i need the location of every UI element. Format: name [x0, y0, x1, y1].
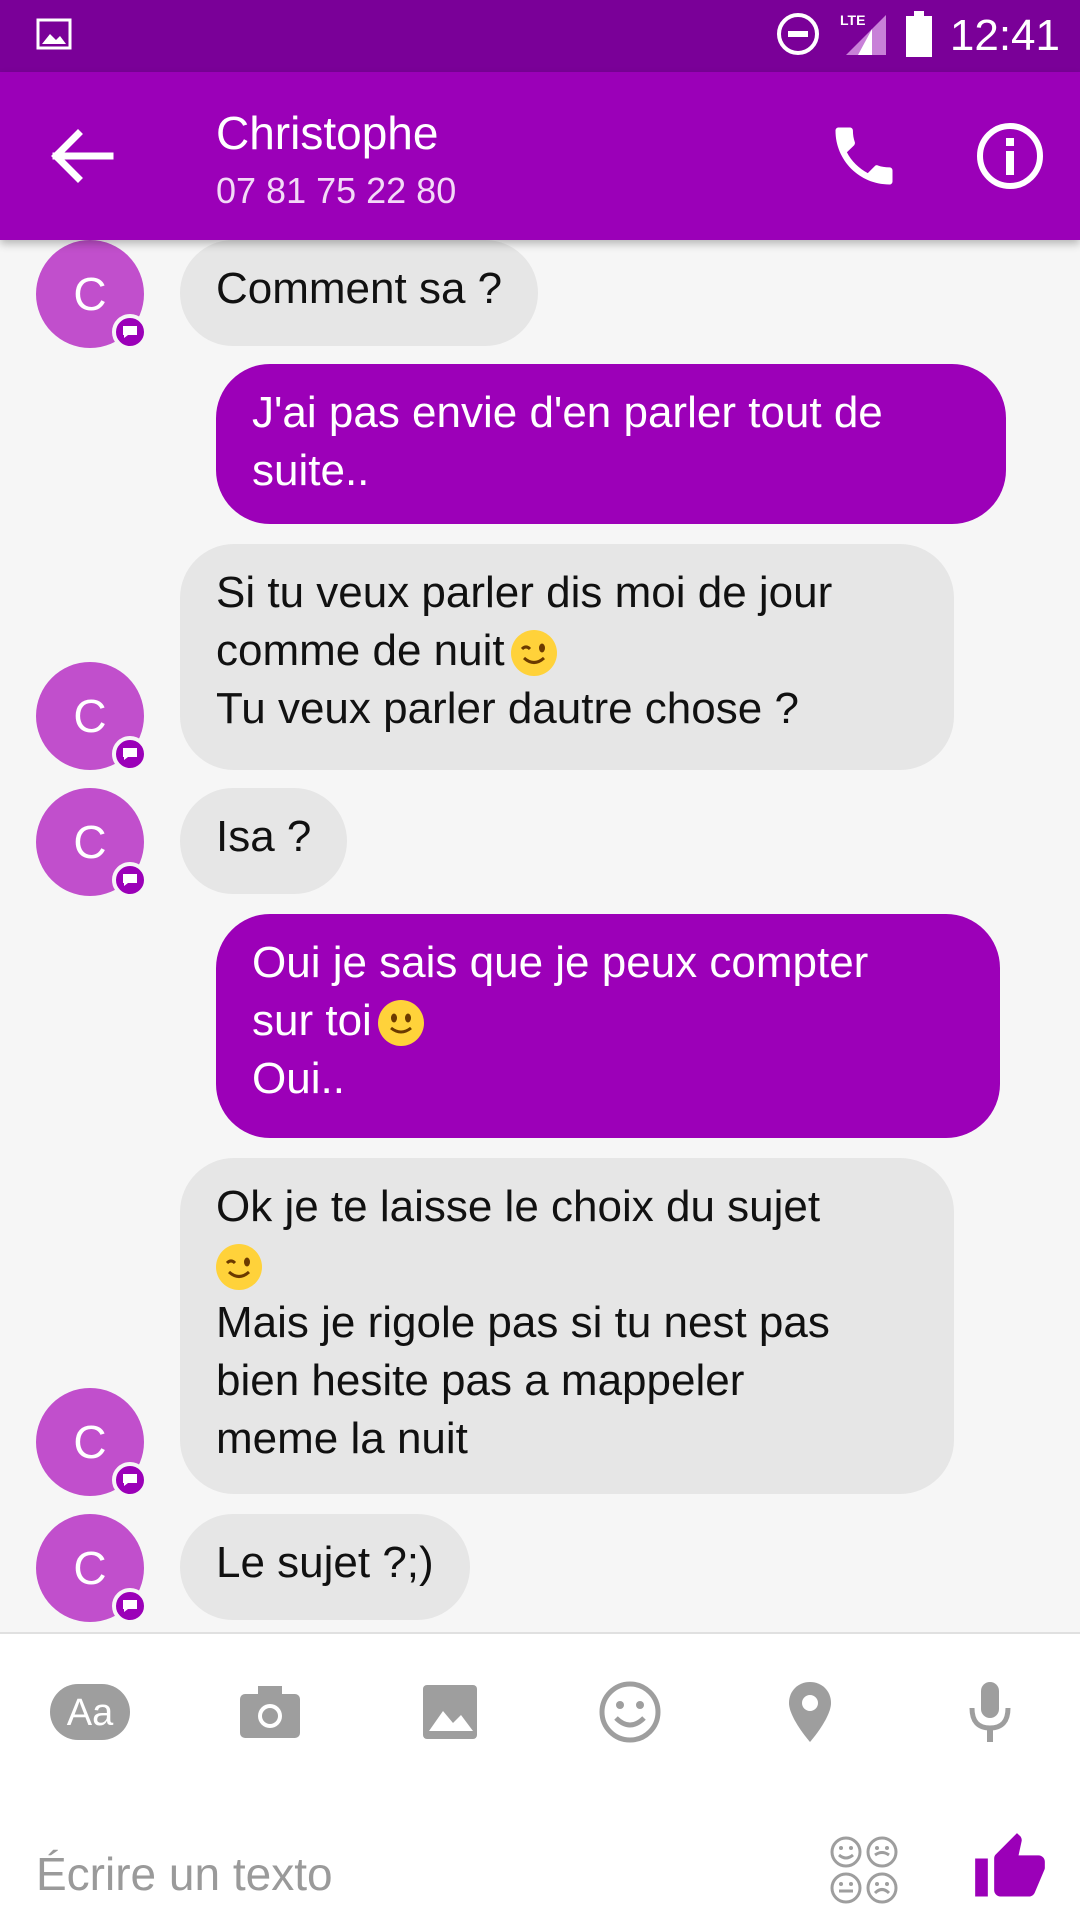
- thumbs-up-icon: [975, 1833, 1045, 1897]
- message-text: sur toi: [252, 996, 372, 1045]
- conversation-header: Christophe 07 81 75 22 80: [0, 72, 1080, 240]
- outgoing-message[interactable]: Oui je sais que je peux compter sur toi …: [216, 914, 1000, 1138]
- composer: Aa: [0, 1632, 1080, 1920]
- avatar[interactable]: C: [36, 1388, 148, 1498]
- winking-face-emoji-icon: [216, 1244, 262, 1291]
- info-icon: [977, 123, 1043, 189]
- like-button[interactable]: [972, 1830, 1048, 1906]
- do-not-disturb-icon: [776, 12, 820, 61]
- incoming-message[interactable]: Isa ?: [180, 788, 348, 894]
- avatar[interactable]: C: [36, 662, 148, 772]
- info-button[interactable]: [972, 118, 1048, 194]
- message-list[interactable]: C Comment sa ? J'ai pas envie d'en parle…: [0, 240, 1080, 1632]
- outgoing-message[interactable]: J'ai pas envie d'en parler tout de suite…: [216, 364, 1006, 524]
- camera-icon: [240, 1686, 300, 1738]
- gallery-notification-icon: [36, 18, 72, 55]
- sticker-icon: [830, 1836, 898, 1904]
- back-arrow-icon: [51, 129, 114, 183]
- avatar-letter: C: [73, 268, 107, 320]
- svg-text:Aa: Aa: [67, 1692, 114, 1734]
- messenger-badge-icon: [112, 1588, 148, 1624]
- microphone-icon: [969, 1682, 1011, 1742]
- message-text: Tu veux parler dautre chose ?: [216, 684, 799, 733]
- message-text: Comment sa ?: [216, 264, 503, 313]
- incoming-message[interactable]: Ok je te laisse le choix du sujet Mais j…: [180, 1158, 954, 1494]
- messenger-badge-icon: [112, 314, 148, 350]
- message-text: Mais je rigole pas si tu nest pas: [216, 1298, 830, 1347]
- svg-text:LTE: LTE: [840, 12, 865, 28]
- smiling-face-emoji-icon: [377, 1000, 424, 1047]
- message-text: bien hesite pas a mappeler: [216, 1356, 745, 1405]
- message-text: comme de nuit: [216, 626, 505, 675]
- back-button[interactable]: [48, 126, 120, 186]
- message-text: Isa ?: [216, 812, 312, 861]
- messenger-badge-icon: [112, 736, 148, 772]
- text-format-button[interactable]: Aa: [48, 1670, 132, 1754]
- location-pin-icon: [789, 1682, 831, 1742]
- avatar[interactable]: C: [36, 1514, 148, 1624]
- microphone-button[interactable]: [948, 1670, 1032, 1754]
- avatar[interactable]: C: [36, 240, 148, 350]
- winking-face-emoji-icon: [510, 630, 557, 677]
- camera-button[interactable]: [228, 1670, 312, 1754]
- incoming-message[interactable]: Si tu veux parler dis moi de jour comme …: [180, 544, 954, 770]
- call-button[interactable]: [826, 118, 902, 194]
- avatar[interactable]: C: [36, 788, 148, 898]
- contact-name[interactable]: Christophe: [216, 106, 438, 160]
- message-text: Ok je te laisse le choix du sujet: [216, 1182, 821, 1231]
- message-input[interactable]: [36, 1834, 756, 1914]
- lte-signal-icon: LTE: [838, 11, 888, 62]
- text-format-icon: Aa: [50, 1684, 130, 1740]
- image-icon: [423, 1685, 477, 1739]
- contact-phone: 07 81 75 22 80: [216, 170, 457, 211]
- phone-icon: [835, 127, 893, 185]
- avatar-letter: C: [73, 1542, 107, 1594]
- message-text: J'ai pas envie d'en parler tout de: [252, 388, 883, 437]
- battery-icon: [905, 10, 932, 62]
- message-text: meme la nuit: [216, 1414, 468, 1463]
- emoji-icon: [599, 1681, 661, 1743]
- location-button[interactable]: [768, 1670, 852, 1754]
- clock: 12:41: [949, 11, 1060, 60]
- message-text: Le sujet ?;): [216, 1538, 434, 1587]
- message-text: Oui..: [252, 1054, 345, 1103]
- message-text: Oui je sais que je peux compter: [252, 938, 869, 987]
- avatar-letter: C: [73, 690, 107, 742]
- status-bar: LTE 12:41: [0, 0, 1080, 72]
- messenger-badge-icon: [112, 862, 148, 898]
- message-text: suite..: [252, 446, 370, 495]
- incoming-message[interactable]: Comment sa ?: [180, 240, 539, 346]
- avatar-letter: C: [73, 1416, 107, 1468]
- incoming-message[interactable]: Le sujet ?;): [180, 1514, 470, 1620]
- messenger-badge-icon: [112, 1462, 148, 1498]
- sticker-button[interactable]: [828, 1834, 900, 1906]
- image-button[interactable]: [408, 1670, 492, 1754]
- message-text: Si tu veux parler dis moi de jour: [216, 568, 833, 617]
- emoji-button[interactable]: [588, 1670, 672, 1754]
- avatar-letter: C: [73, 816, 107, 868]
